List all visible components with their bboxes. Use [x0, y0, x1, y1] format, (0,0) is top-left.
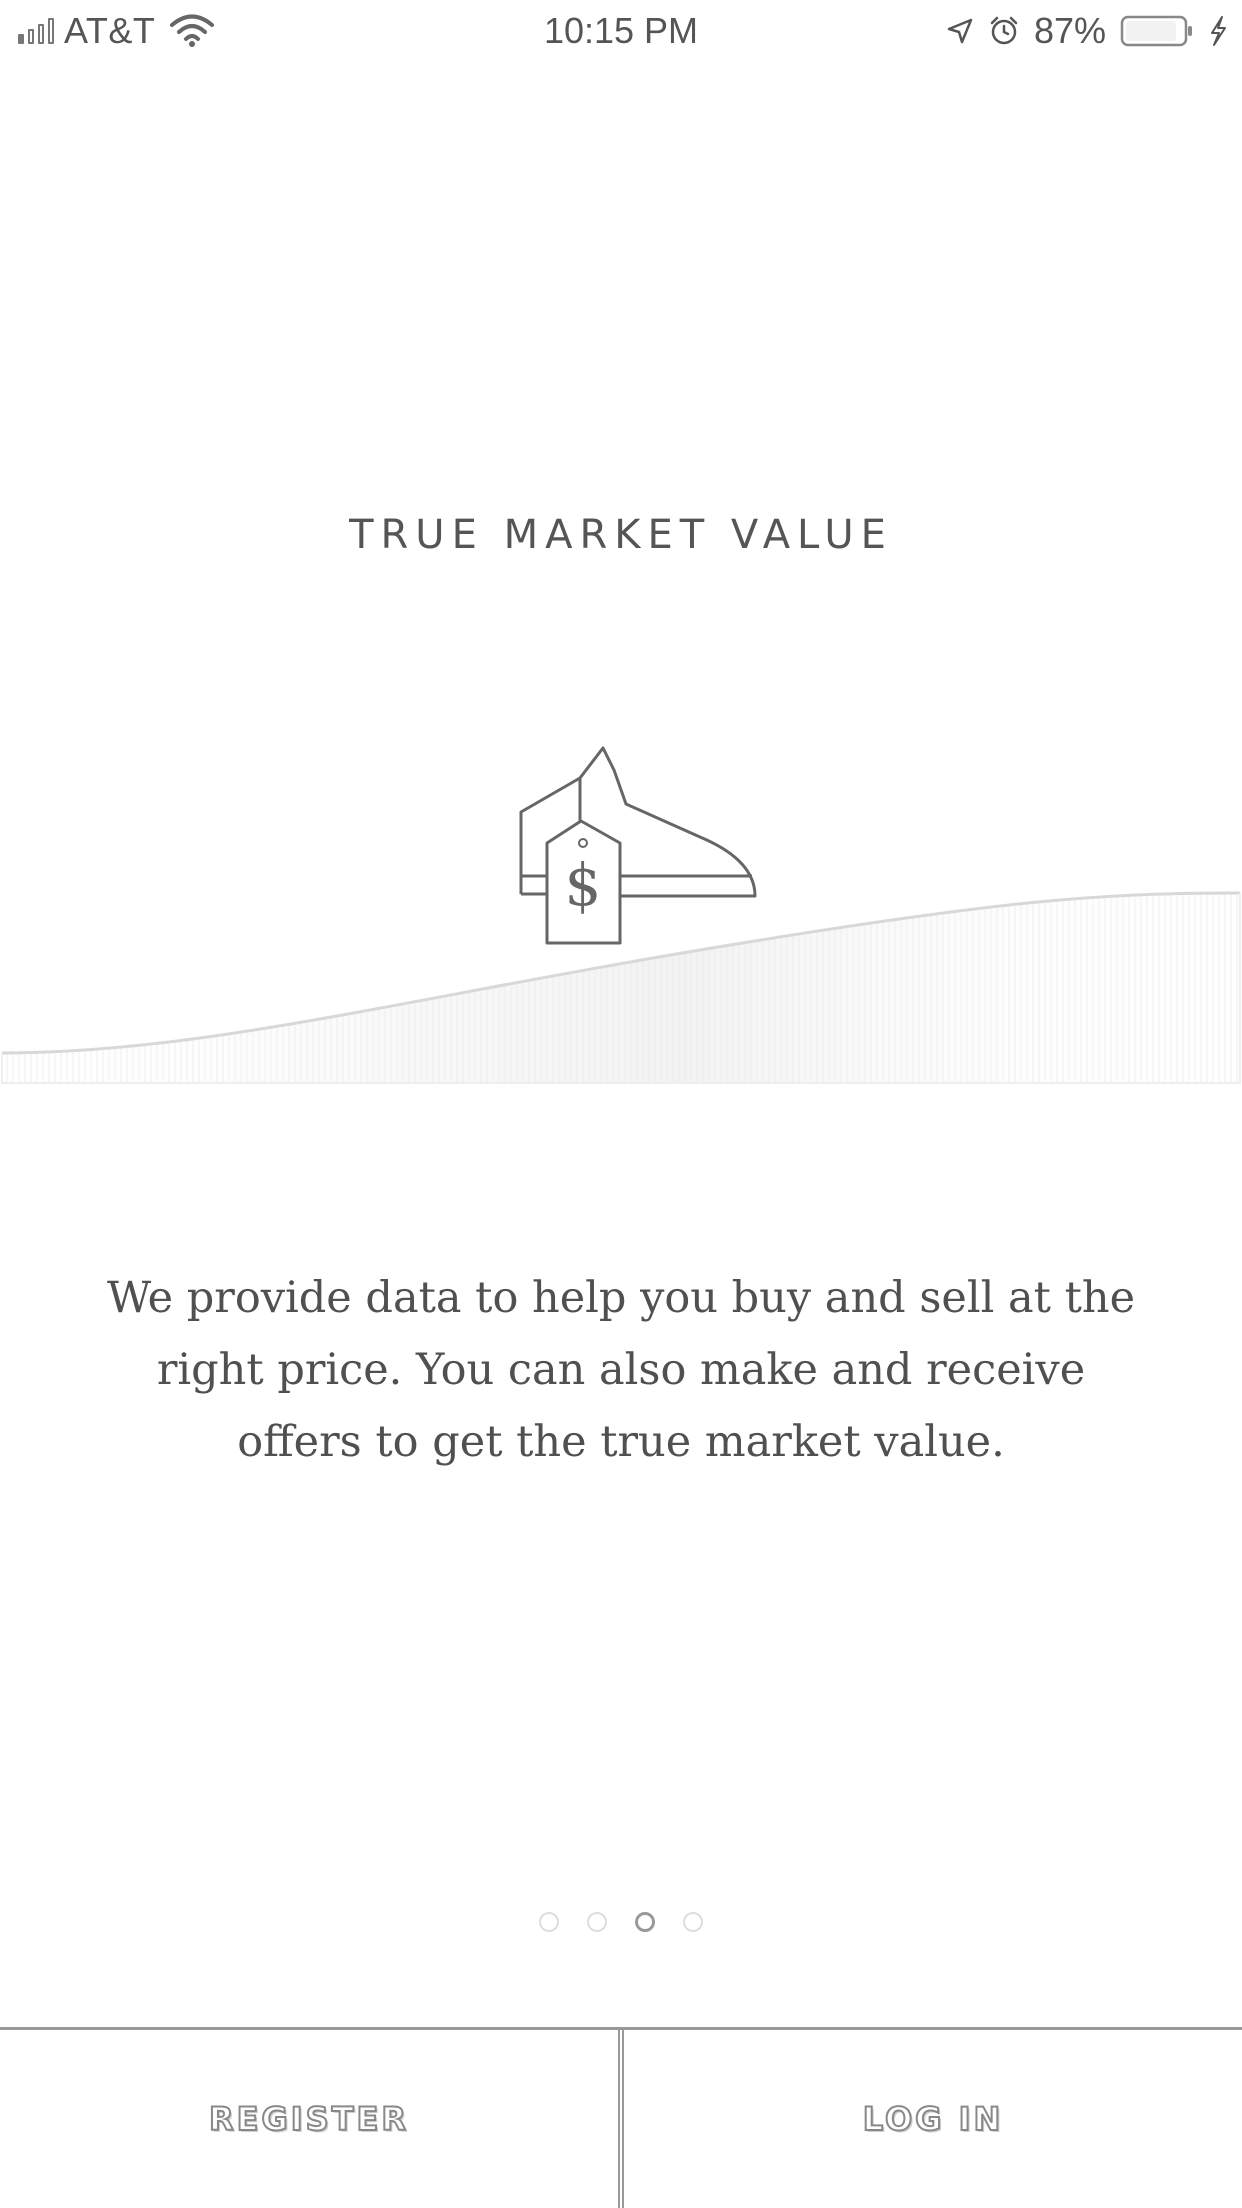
page-dot-2[interactable] [587, 1912, 607, 1932]
page-title: TRUE MARKET VALUE [349, 512, 893, 558]
alarm-icon [990, 16, 1018, 45]
register-button-label: REGISTER [208, 2099, 410, 2139]
status-bar: AT&T 10:15 PM 87% [0, 0, 1242, 62]
page-indicator[interactable] [0, 1912, 1242, 1932]
price-tag-symbol: $ [565, 851, 602, 919]
location-arrow-icon [947, 18, 973, 44]
page-dot-1[interactable] [539, 1912, 559, 1932]
register-button[interactable]: REGISTER [0, 2030, 618, 2208]
login-button-label: LOG IN [862, 2099, 1004, 2139]
charging-bolt-icon [1211, 16, 1226, 46]
battery-icon [1120, 15, 1192, 47]
bottom-action-bar: REGISTER LOG IN [0, 2027, 1242, 2208]
price-tag-icon: $ [545, 819, 622, 945]
onboarding-description: We provide data to help you buy and sell… [106, 1273, 1136, 1467]
page-dot-4[interactable] [683, 1912, 703, 1932]
battery-percent: 87% [1033, 10, 1106, 51]
status-right: 87% [946, 10, 1228, 52]
page-dot-3-active[interactable] [635, 1912, 655, 1932]
login-button[interactable]: LOG IN [624, 2030, 1242, 2208]
market-value-illustration: $ [1, 746, 1241, 1084]
